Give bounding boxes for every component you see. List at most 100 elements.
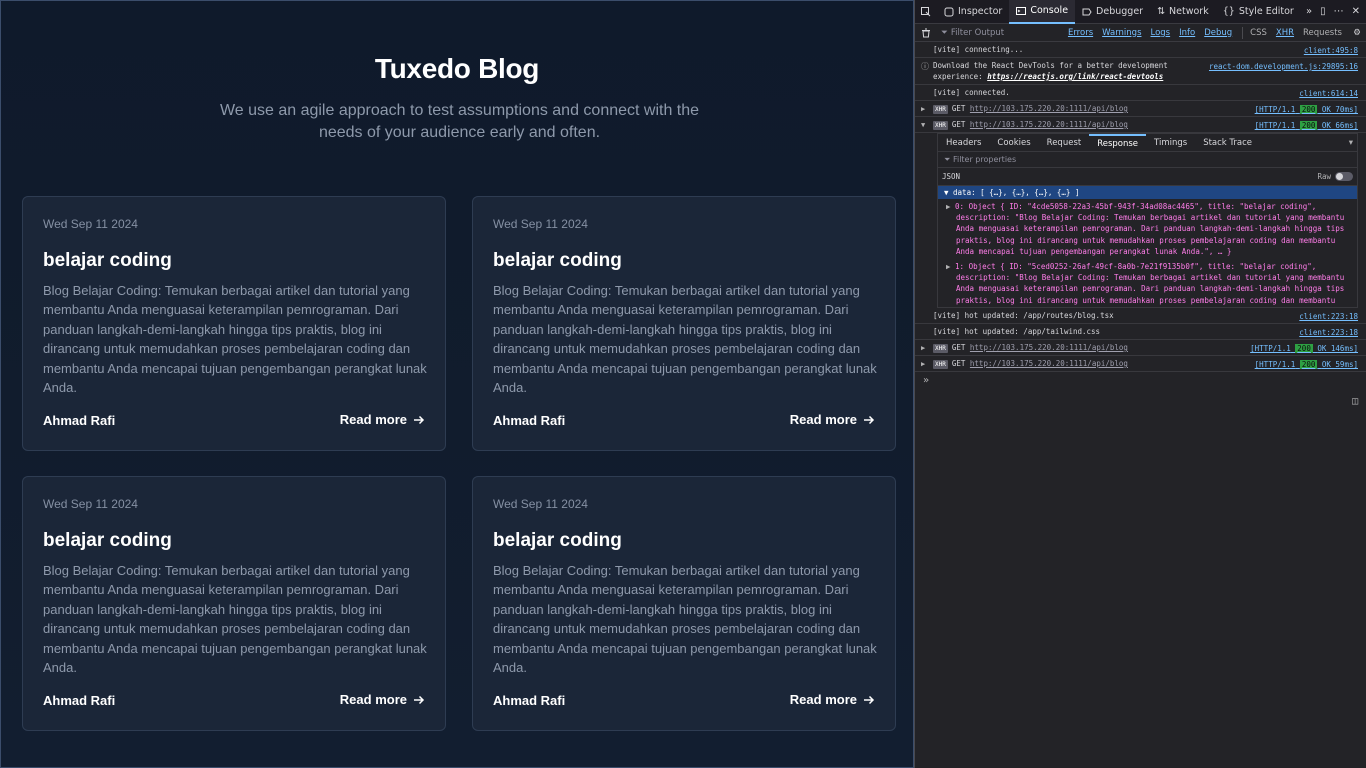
filter-warnings[interactable]: Warnings (1099, 27, 1144, 39)
xhr-request-row[interactable]: ▶ XHR GET http://103.175.220.20:1111/api/… (915, 101, 1366, 117)
xhr-badge: XHR (933, 105, 948, 114)
request-status[interactable]: [HTTP/1.1 200 OK 59ms] (1255, 359, 1358, 370)
blog-card[interactable]: Wed Sep 11 2024 belajar coding Blog Bela… (22, 476, 446, 731)
tab-style-editor[interactable]: {} Style Editor (1216, 0, 1301, 24)
console-message: [vite] hot updated: /app/routes/blog.tsx… (915, 308, 1366, 325)
read-more-label: Read more (789, 692, 857, 707)
xhr-details-panel: Headers Cookies Request Response Timings… (937, 133, 1358, 309)
filter-icon: ⏷ (941, 27, 948, 38)
network-icon: ⇅ (1157, 6, 1166, 17)
page-title: Tuxedo Blog (374, 53, 540, 84)
filter-xhr[interactable]: XHR (1273, 27, 1297, 39)
console-input[interactable]: » (915, 372, 1366, 388)
tab-response[interactable]: Response (1089, 133, 1147, 152)
post-author: Ahmad Rafi (493, 413, 566, 428)
request-url[interactable]: http://103.175.220.20:1111/api/blog (970, 343, 1128, 352)
tab-debugger[interactable]: Debugger (1075, 0, 1150, 24)
request-url[interactable]: http://103.175.220.20:1111/api/blog (970, 120, 1128, 129)
request-status[interactable]: [HTTP/1.1 200 OK 70ms] (1255, 104, 1358, 115)
tab-network[interactable]: ⇅ Network (1150, 0, 1216, 24)
xhr-request-row[interactable]: ▶ XHR GET http://103.175.220.20:1111/api/… (915, 340, 1366, 357)
element-picker-icon[interactable] (915, 6, 937, 17)
json-object-row[interactable]: ▶ 1: Object { ID: "5ced0252-26af-49cf-8a… (938, 259, 1357, 307)
post-author: Ahmad Rafi (43, 693, 116, 708)
blog-card[interactable]: Wed Sep 11 2024 belajar coding Blog Bela… (472, 476, 896, 731)
xhr-request-row[interactable]: ▶ XHR GET http://103.175.220.20:1111/api/… (915, 356, 1366, 373)
filter-output-input[interactable]: ⏷ Filter Output (937, 28, 1065, 38)
devtools-toolbar: Inspector Console Debugger ⇅ Network {} … (915, 0, 1366, 24)
collapse-caret-icon[interactable]: ▼ (921, 120, 925, 131)
filter-properties-input[interactable]: ⏷ Filter properties (938, 152, 1357, 168)
json-header: JSON Raw (938, 168, 1357, 186)
blog-card[interactable]: Wed Sep 11 2024 belajar coding Blog Bela… (22, 196, 446, 451)
filter-logs[interactable]: Logs (1148, 27, 1174, 39)
devtools-panel: Inspector Console Debugger ⇅ Network {} … (914, 0, 1366, 768)
raw-toggle[interactable]: Raw (1317, 172, 1353, 181)
xhr-badge: XHR (933, 344, 948, 354)
xhr-request-row[interactable]: ▼ XHR GET http://103.175.220.20:1111/api/… (915, 117, 1366, 133)
source-link[interactable]: client:495:8 (1304, 45, 1358, 56)
expand-caret-icon: ▶ (946, 262, 951, 272)
arrow-right-icon (864, 695, 875, 704)
tab-stack-trace[interactable]: Stack Trace (1195, 134, 1260, 152)
blog-card[interactable]: Wed Sep 11 2024 belajar coding Blog Bela… (472, 196, 896, 451)
arrow-right-icon (414, 415, 425, 424)
overflow-tabs-icon[interactable]: » (1306, 6, 1312, 17)
gear-icon[interactable]: ⚙ (1348, 28, 1366, 38)
filter-css[interactable]: CSS (1247, 27, 1270, 39)
filter-errors[interactable]: Errors (1065, 27, 1096, 39)
request-status[interactable]: [HTTP/1.1 200 OK 146ms] (1250, 343, 1358, 354)
post-date: Wed Sep 11 2024 (43, 217, 138, 231)
source-link[interactable]: client:223:18 (1299, 327, 1358, 338)
filter-debug[interactable]: Debug (1201, 27, 1235, 39)
more-options-icon[interactable]: ⋯ (1334, 6, 1344, 17)
post-title[interactable]: belajar coding (493, 530, 622, 552)
post-author: Ahmad Rafi (43, 413, 116, 428)
post-title[interactable]: belajar coding (43, 250, 172, 272)
read-more-link[interactable]: Read more (340, 412, 425, 427)
editor-mode-icon[interactable]: ◫ (1352, 396, 1358, 407)
clear-console-icon[interactable] (915, 28, 937, 38)
tab-inspector[interactable]: Inspector (937, 0, 1009, 24)
source-link[interactable]: client:223:18 (1299, 311, 1358, 322)
source-link[interactable]: react-dom.development.js:29895:16 (1209, 61, 1358, 72)
toggle-switch (1335, 172, 1353, 181)
console-message: [vite] connecting... client:495:8 (915, 42, 1366, 58)
console-message: [vite] connected. client:614:14 (915, 85, 1366, 101)
expand-caret-icon[interactable]: ▶ (921, 343, 925, 354)
post-date: Wed Sep 11 2024 (493, 497, 588, 511)
prompt-chevron-icon: » (923, 374, 930, 386)
page-subtitle: We use an agile approach to test assumpt… (219, 102, 700, 141)
braces-icon: {} (1222, 6, 1235, 17)
expand-caret-icon[interactable]: ▶ (921, 359, 925, 370)
read-more-label: Read more (339, 692, 407, 707)
request-status[interactable]: [HTTP/1.1 200 OK 66ms] (1255, 120, 1358, 131)
request-url[interactable]: http://103.175.220.20:1111/api/blog (970, 359, 1128, 368)
request-url[interactable]: http://103.175.220.20:1111/api/blog (970, 104, 1128, 113)
tab-console[interactable]: Console (1009, 0, 1076, 24)
expand-caret-icon[interactable]: ▶ (921, 104, 925, 115)
json-data-root[interactable]: ▼ data: [ {…}, {…}, {…}, {…} ] (938, 186, 1357, 199)
source-link[interactable]: client:614:14 (1299, 88, 1358, 99)
react-devtools-link[interactable]: https://reactjs.org/link/react-devtools (987, 72, 1163, 81)
post-description: Blog Belajar Coding: Temukan berbagai ar… (43, 283, 427, 396)
tab-headers[interactable]: Headers (938, 134, 989, 152)
read-more-link[interactable]: Read more (790, 412, 875, 427)
console-message: [vite] hot updated: /app/tailwind.css cl… (915, 324, 1366, 341)
tab-request[interactable]: Request (1039, 134, 1090, 152)
dock-side-icon[interactable]: ▯ (1320, 6, 1326, 17)
post-title[interactable]: belajar coding (493, 250, 622, 272)
info-icon: ⓘ (921, 62, 929, 71)
close-icon[interactable]: ✕ (1352, 6, 1360, 17)
read-more-link[interactable]: Read more (340, 692, 425, 707)
chevron-down-icon[interactable]: ▾ (1349, 138, 1357, 148)
json-object-row[interactable]: ▶ 0: Object { ID: "4cde5058-22a3-45bf-94… (938, 199, 1357, 259)
post-title[interactable]: belajar coding (43, 530, 172, 552)
read-more-link[interactable]: Read more (790, 692, 875, 707)
filter-requests[interactable]: Requests (1300, 27, 1345, 39)
tab-timings[interactable]: Timings (1146, 134, 1195, 152)
console-message: ⓘ Download the React DevTools for a bett… (915, 58, 1366, 85)
post-author: Ahmad Rafi (493, 693, 566, 708)
tab-cookies[interactable]: Cookies (989, 134, 1038, 152)
filter-info[interactable]: Info (1176, 27, 1198, 39)
